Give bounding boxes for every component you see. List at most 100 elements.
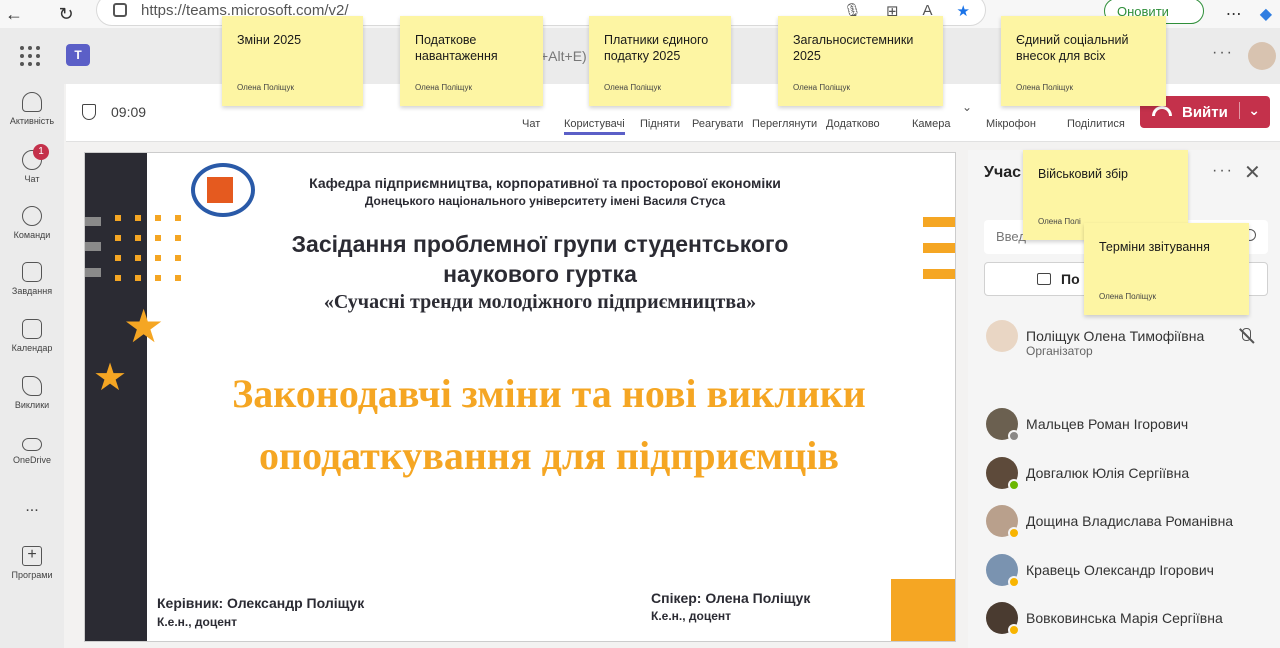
app-rail: Активність 1 Чат Команди Завдання Календ… [0, 84, 64, 648]
copilot-icon[interactable]: ◆ [1260, 4, 1272, 24]
participant-item[interactable]: Кравець Олександр Ігорович [984, 554, 1274, 594]
star-icon: ★ [123, 300, 165, 352]
chevron-down-icon[interactable]: ⌄ [1239, 102, 1260, 119]
slide-speaker-title: К.е.н., доцент [651, 609, 732, 623]
note-text: Платники єдиного податку 2025 [604, 33, 709, 63]
note-text: Зміни 2025 [237, 33, 302, 47]
participant-item[interactable]: Вовковинська Марія Сергіївна [984, 602, 1274, 642]
slide-speaker: Спікер: Олена Поліщук [651, 590, 811, 606]
slide-decor [923, 217, 955, 227]
presence-status-icon [1008, 527, 1020, 539]
rail-label: Команди [13, 230, 51, 240]
share-label: По [1061, 271, 1080, 287]
tool-chat[interactable]: Чат [522, 118, 540, 130]
sticky-note[interactable]: Терміни звітування Олена Поліщук [1084, 223, 1249, 315]
camera-options-icon[interactable]: ⌄ [962, 100, 972, 114]
close-icon[interactable]: ✕ [1244, 160, 1261, 185]
rail-item-onedrive[interactable]: OneDrive [0, 432, 64, 465]
participant-organizer[interactable]: Поліщук Олена Тимофіївна Організатор [984, 320, 1274, 360]
presence-status-icon [1008, 624, 1020, 636]
participant-name: Кравець Олександр Ігорович [1026, 562, 1214, 578]
participant-item[interactable]: Дощина Владислава Романівна [984, 505, 1274, 545]
slide-department: Кафедра підприємництва, корпоративної та… [309, 175, 781, 191]
add-apps-icon: + [22, 546, 42, 566]
note-author: Олена Поліщук [604, 83, 661, 92]
user-avatar[interactable] [1248, 42, 1276, 70]
note-text: Єдиний соціальний внесок для всіх [1016, 33, 1129, 63]
lock-icon [113, 3, 127, 17]
participant-item[interactable]: Довгалюк Юлія Сергіївна [984, 457, 1274, 497]
tool-raise-hand[interactable]: Підняти [640, 118, 680, 130]
rail-item-more[interactable]: ... [0, 498, 64, 516]
rail-item-teams[interactable]: Команди [0, 206, 64, 240]
note-text: Податкове навантаження [415, 33, 498, 63]
browser-right-icons: ⋯ ◆ [1226, 0, 1280, 28]
slide-dot-pattern [115, 215, 181, 281]
slide-decor [891, 579, 955, 641]
rail-label: Завдання [11, 286, 53, 296]
participant-name: Мальцев Роман Ігорович [1026, 416, 1189, 432]
tool-people[interactable]: Користувачі [564, 118, 625, 135]
teams-icon [22, 206, 42, 226]
slide-theme: «Сучасні тренди молодіжного підприємницт… [323, 291, 757, 313]
participant-name: Вовковинська Марія Сергіївна [1026, 610, 1223, 626]
slide-decor [923, 243, 955, 253]
tool-view[interactable]: Переглянути [752, 118, 817, 130]
note-author: Олена Поліщук [1016, 83, 1073, 92]
star-icon: ★ [93, 357, 128, 399]
rail-label: Активність [9, 116, 55, 126]
app-launcher-icon[interactable] [20, 46, 40, 66]
tool-share[interactable]: Поділитися [1067, 118, 1125, 130]
note-author: Олена Поліщук [793, 83, 850, 92]
slide-decor [923, 269, 955, 279]
rail-item-chat[interactable]: 1 Чат [0, 144, 64, 184]
rail-label: Чат [24, 174, 40, 184]
note-author: Олена Поліщук [237, 83, 294, 92]
rail-item-apps[interactable]: + Програми [0, 546, 64, 580]
sticky-note[interactable]: Платники єдиного податку 2025 Олена Полі… [589, 16, 731, 106]
search-shortcut-hint[interactable]: +Alt+E) [540, 48, 587, 64]
favorite-star-icon[interactable]: ★ [957, 2, 970, 20]
share-icon [1037, 273, 1051, 285]
sticky-note[interactable]: Єдиний соціальний внесок для всіх Олена … [1001, 16, 1166, 106]
presence-status-icon [1008, 430, 1020, 442]
slide-decor [85, 242, 101, 251]
panel-more-icon[interactable]: ··· [1212, 162, 1234, 180]
rail-item-activity[interactable]: Активність [0, 92, 64, 126]
reload-icon[interactable]: ↻ [52, 0, 80, 28]
phone-icon [22, 376, 42, 396]
note-author: Олена Поліщук [415, 83, 472, 92]
rail-item-calls[interactable]: Виклики [0, 376, 64, 410]
note-author: Олена Полі [1038, 217, 1081, 226]
back-icon[interactable]: ← [0, 0, 28, 28]
header-more-icon[interactable]: ··· [1212, 44, 1234, 62]
sticky-note[interactable]: Зміни 2025 Олена Поліщук [222, 16, 363, 106]
note-text: Військовий збір [1038, 167, 1128, 181]
more-icon: ... [25, 498, 39, 515]
menu-dots-icon[interactable]: ⋯ [1226, 4, 1242, 24]
shield-icon [82, 104, 96, 120]
tool-more[interactable]: Додатково [826, 118, 880, 130]
rail-label: Виклики [14, 400, 50, 410]
avatar [986, 320, 1018, 352]
slide-title-line1: Законодавчі зміни та нові виклики [232, 371, 866, 416]
rail-item-calendar[interactable]: Календар [0, 319, 64, 353]
sticky-note[interactable]: Загальносистемники 2025 Олена Поліщук [778, 16, 943, 106]
participant-item[interactable]: Мальцев Роман Ігорович [984, 408, 1274, 448]
mic-muted-icon [1238, 328, 1254, 344]
panel-title: Учас [984, 164, 1022, 181]
leave-label: Вийти [1182, 103, 1228, 121]
presence-status-icon [1008, 576, 1020, 588]
rail-label: OneDrive [12, 455, 51, 465]
rail-item-tasks[interactable]: Завдання [0, 262, 64, 296]
shared-presentation: ★ ★ Кафедра підприємництва, корпоративно… [84, 152, 956, 642]
tool-react[interactable]: Реагувати [692, 118, 743, 130]
tool-microphone[interactable]: Мікрофон [986, 118, 1036, 130]
tool-camera[interactable]: Камера [912, 118, 950, 130]
presence-status-icon [1008, 479, 1020, 491]
search-placeholder: Введ [996, 229, 1026, 244]
teams-logo-icon: T [66, 44, 90, 66]
note-text: Загальносистемники 2025 [793, 33, 914, 63]
slide-title-line2: оподаткування для підприємців [259, 433, 839, 478]
sticky-note[interactable]: Податкове навантаження Олена Поліщук [400, 16, 543, 106]
